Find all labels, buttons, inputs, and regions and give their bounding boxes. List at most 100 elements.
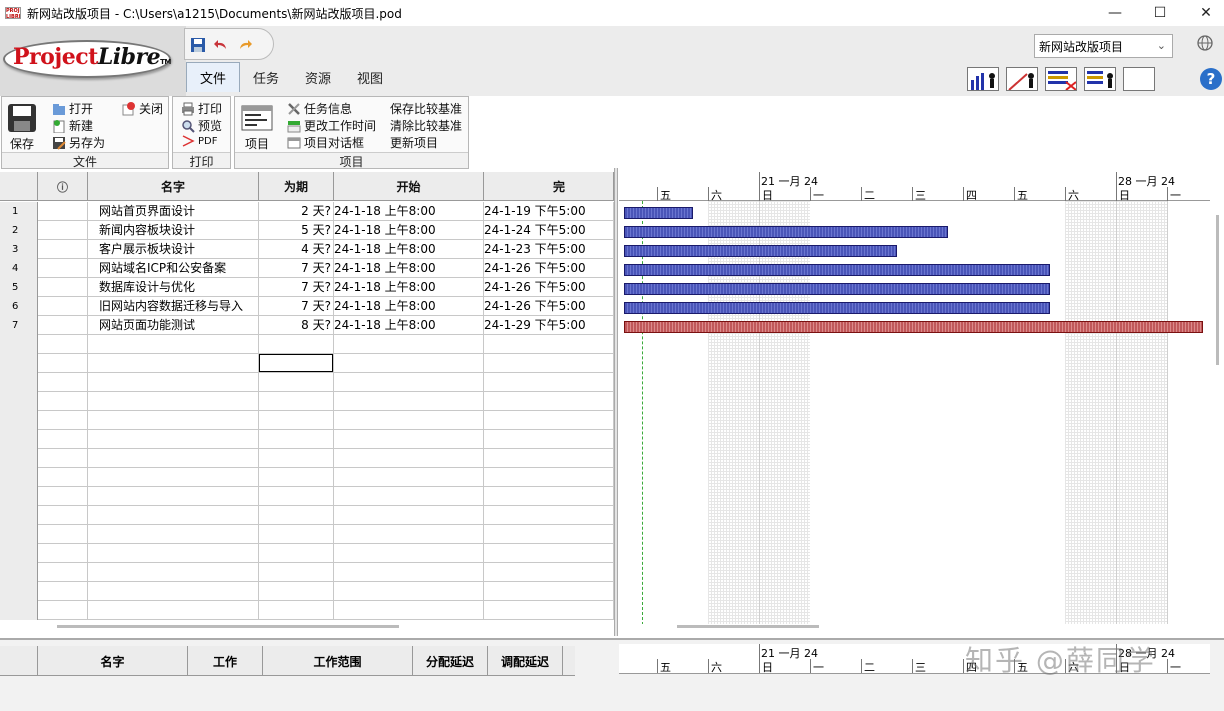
- gantt-horizontal-scrollbar[interactable]: [677, 625, 819, 628]
- redo-icon[interactable]: [236, 36, 254, 54]
- table-gantt-splitter[interactable]: [614, 168, 618, 636]
- row-indicator[interactable]: [38, 582, 88, 601]
- bottom-col-work[interactable]: 工作: [188, 646, 263, 676]
- row-indicator[interactable]: [38, 240, 88, 259]
- bottom-col-leveling-delay[interactable]: 调配延迟: [488, 646, 563, 676]
- globe-icon[interactable]: [1196, 34, 1216, 54]
- task-name-cell[interactable]: [88, 506, 259, 525]
- row-indicator[interactable]: [38, 221, 88, 240]
- task-start-cell[interactable]: [334, 430, 484, 449]
- task-start-cell[interactable]: [334, 544, 484, 563]
- task-start-cell[interactable]: [334, 582, 484, 601]
- task-start-cell[interactable]: [334, 506, 484, 525]
- col-header-name[interactable]: 名字: [88, 172, 259, 201]
- preview-button[interactable]: 预览: [181, 117, 222, 134]
- bottom-col-name[interactable]: 名字: [38, 646, 188, 676]
- task-name-cell[interactable]: [88, 430, 259, 449]
- row-indicator[interactable]: [38, 525, 88, 544]
- maximize-button[interactable]: ☐: [1137, 0, 1183, 26]
- task-duration-cell[interactable]: 8 天?: [259, 316, 334, 335]
- tab-resource[interactable]: 资源: [292, 62, 344, 92]
- task-duration-cell[interactable]: 7 天?: [259, 259, 334, 278]
- task-name-cell[interactable]: [88, 335, 259, 354]
- task-finish-cell[interactable]: 24-1-23 下午5:00: [484, 240, 614, 259]
- no-sub-view-icon[interactable]: [1123, 67, 1155, 91]
- tab-file[interactable]: 文件: [186, 62, 241, 92]
- table-row[interactable]: [0, 582, 614, 601]
- task-start-cell[interactable]: 24-1-18 上午8:00: [334, 259, 484, 278]
- col-header-id[interactable]: [0, 172, 38, 201]
- row-indicator[interactable]: [38, 259, 88, 278]
- task-start-cell[interactable]: 24-1-18 上午8:00: [334, 297, 484, 316]
- help-icon[interactable]: ?: [1200, 68, 1222, 90]
- task-name-cell[interactable]: [88, 411, 259, 430]
- task-duration-cell[interactable]: 7 天?: [259, 297, 334, 316]
- open-button[interactable]: 打开: [52, 100, 93, 117]
- task-duration-cell[interactable]: [259, 582, 334, 601]
- task-start-cell[interactable]: [334, 373, 484, 392]
- gantt-task-bar[interactable]: [624, 283, 1050, 295]
- task-finish-cell[interactable]: 24-1-29 下午5:00: [484, 316, 614, 335]
- task-duration-cell[interactable]: [259, 335, 334, 354]
- row-indicator[interactable]: [38, 354, 88, 373]
- table-row[interactable]: [0, 430, 614, 449]
- task-start-cell[interactable]: 24-1-18 上午8:00: [334, 202, 484, 221]
- row-indicator[interactable]: [38, 392, 88, 411]
- task-finish-cell[interactable]: [484, 506, 614, 525]
- table-row[interactable]: [0, 373, 614, 392]
- row-indicator[interactable]: [38, 430, 88, 449]
- task-name-cell[interactable]: [88, 563, 259, 582]
- save-as-button[interactable]: 另存为: [52, 134, 105, 151]
- task-finish-cell[interactable]: 24-1-26 下午5:00: [484, 278, 614, 297]
- task-start-cell[interactable]: [334, 487, 484, 506]
- row-indicator[interactable]: [38, 335, 88, 354]
- table-row[interactable]: [0, 335, 614, 354]
- table-horizontal-scrollbar[interactable]: [57, 625, 399, 628]
- task-name-cell[interactable]: [88, 449, 259, 468]
- resource-histogram-icon[interactable]: [967, 67, 999, 91]
- table-row[interactable]: [0, 525, 614, 544]
- row-indicator[interactable]: [38, 468, 88, 487]
- task-name-cell[interactable]: 网站域名ICP和公安备案: [88, 259, 259, 278]
- info-icon[interactable]: ⓘ: [38, 172, 88, 201]
- task-duration-cell[interactable]: [259, 544, 334, 563]
- row-indicator[interactable]: [38, 202, 88, 221]
- gantt-task-bar[interactable]: [624, 207, 693, 219]
- table-row[interactable]: 4 网站域名ICP和公安备案 7 天? 24-1-18 上午8:00 24-1-26 下…: [0, 259, 614, 278]
- resource-usage-icon[interactable]: [1084, 67, 1116, 91]
- table-row[interactable]: 1 网站首页界面设计 2 天? 24-1-18 上午8:00 24-1-19 下午5:0…: [0, 202, 614, 221]
- print-button[interactable]: 打印: [181, 100, 222, 117]
- table-row[interactable]: [0, 544, 614, 563]
- task-start-cell[interactable]: [334, 563, 484, 582]
- close-button[interactable]: 关闭: [122, 100, 163, 117]
- gantt-task-bar[interactable]: [624, 321, 1203, 333]
- table-row[interactable]: [0, 601, 614, 620]
- task-finish-cell[interactable]: [484, 544, 614, 563]
- minimize-button[interactable]: —: [1092, 0, 1138, 26]
- task-finish-cell[interactable]: [484, 411, 614, 430]
- task-duration-cell[interactable]: [259, 411, 334, 430]
- row-indicator[interactable]: [38, 297, 88, 316]
- task-finish-cell[interactable]: [484, 354, 614, 373]
- save-baseline-button[interactable]: 保存比较基准: [390, 100, 462, 117]
- row-indicator[interactable]: [38, 449, 88, 468]
- row-indicator[interactable]: [38, 411, 88, 430]
- task-duration-cell[interactable]: 5 天?: [259, 221, 334, 240]
- task-duration-cell[interactable]: [259, 373, 334, 392]
- gantt-task-bar[interactable]: [624, 264, 1050, 276]
- selected-cell[interactable]: [259, 354, 333, 372]
- task-duration-cell[interactable]: 4 天?: [259, 240, 334, 259]
- table-row[interactable]: [0, 468, 614, 487]
- task-name-cell[interactable]: [88, 601, 259, 620]
- task-name-cell[interactable]: [88, 468, 259, 487]
- task-finish-cell[interactable]: 24-1-19 下午5:00: [484, 202, 614, 221]
- task-start-cell[interactable]: 24-1-18 上午8:00: [334, 221, 484, 240]
- tab-view[interactable]: 视图: [344, 62, 396, 92]
- undo-icon[interactable]: [212, 36, 230, 54]
- quick-save-icon[interactable]: [189, 36, 207, 54]
- task-name-cell[interactable]: 新闻内容板块设计: [88, 221, 259, 240]
- row-indicator[interactable]: [38, 563, 88, 582]
- bottom-col-assignment-delay[interactable]: 分配延迟: [413, 646, 488, 676]
- task-duration-cell[interactable]: [259, 563, 334, 582]
- table-row[interactable]: 7 网站页面功能测试 8 天? 24-1-18 上午8:00 24-1-29 下午5:0…: [0, 316, 614, 335]
